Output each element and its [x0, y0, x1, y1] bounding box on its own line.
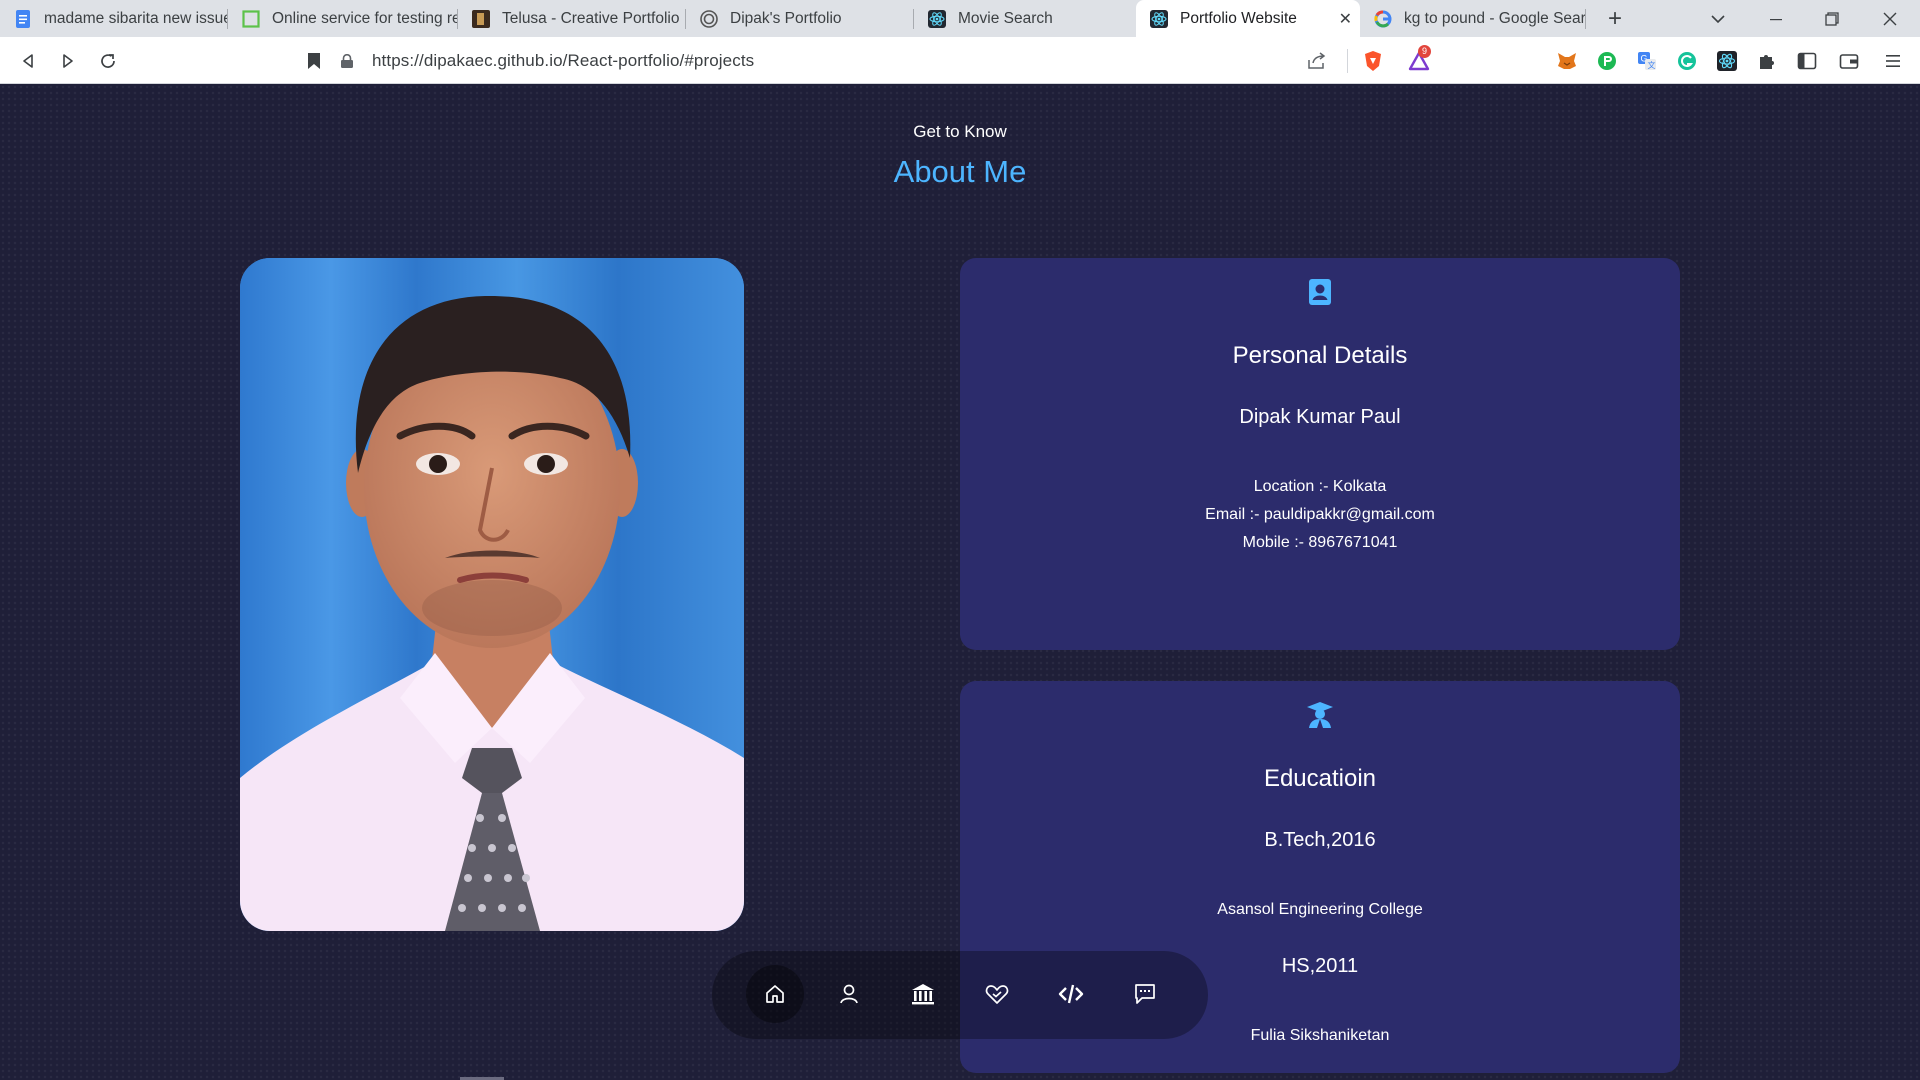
react-icon: [1150, 9, 1168, 28]
email-text: Email :- pauldipakkr@gmail.com: [1205, 506, 1435, 523]
translate-icon[interactable]: G文: [1636, 50, 1658, 72]
extensions-puzzle-icon[interactable]: [1756, 50, 1778, 72]
react-icon: [928, 9, 946, 28]
tab-telusa[interactable]: Telusa - Creative Portfolio H: [458, 0, 686, 37]
section-title: About Me: [893, 154, 1027, 189]
personal-details-heading: Personal Details: [1232, 342, 1408, 369]
degree-btech: B.Tech,2016: [1264, 829, 1376, 851]
menu-icon[interactable]: [1882, 50, 1904, 72]
browser-toolbar: https://dipakaec.github.io/React-portfol…: [0, 37, 1920, 84]
sidebar-icon[interactable]: [1796, 50, 1818, 72]
tab-portfolio-website[interactable]: Portfolio Website ✕: [1136, 0, 1360, 37]
reload-icon[interactable]: [94, 47, 122, 75]
tab-search-chevron-icon[interactable]: [1690, 0, 1746, 37]
restore-icon[interactable]: [1804, 0, 1860, 37]
google-docs-icon: [14, 9, 32, 28]
lock-icon: [341, 54, 353, 68]
personal-details-card: Personal Details Dipak Kumar Paul Locati…: [960, 258, 1680, 650]
tab-dipak-portfolio[interactable]: Dipak's Portfolio: [686, 0, 914, 37]
tab-movie-search[interactable]: Movie Search: [914, 0, 1136, 37]
nav-about[interactable]: [820, 965, 878, 1023]
floating-nav: [712, 951, 1208, 1039]
graduate-icon: [960, 701, 1680, 729]
code-icon: [1058, 984, 1084, 1004]
forward-icon[interactable]: [54, 47, 82, 75]
brave-rewards-icon[interactable]: 9: [1404, 45, 1434, 72]
mobile-text: Mobile :- 8967671041: [1242, 534, 1398, 551]
bookmark-icon[interactable]: [300, 47, 328, 75]
handshake-heart-icon: [985, 985, 1009, 1004]
minimize-icon[interactable]: [1748, 0, 1804, 37]
tab-testing-service[interactable]: Online service for testing re: [228, 0, 458, 37]
notification-badge: 9: [1418, 45, 1431, 58]
react-devtools-icon[interactable]: [1716, 50, 1738, 72]
nav-education[interactable]: [894, 965, 952, 1023]
full-name: Dipak Kumar Paul: [1239, 406, 1401, 428]
page-content: Get to Know About Me Personal Details Di…: [0, 84, 1920, 1080]
tab-docs[interactable]: madame sibarita new issue: [0, 0, 228, 37]
grammarly-icon[interactable]: [1676, 50, 1698, 72]
user-icon: [840, 984, 858, 1004]
brave-shield-icon[interactable]: [1362, 50, 1384, 72]
nav-contact[interactable]: [1116, 965, 1174, 1023]
portfolio-icon: [700, 9, 718, 28]
metamask-icon[interactable]: [1556, 50, 1578, 72]
telusa-icon: [472, 9, 490, 28]
tab-google-search[interactable]: kg to pound - Google Sear: [1360, 0, 1586, 37]
location-text: Location :- Kolkata: [1253, 478, 1387, 495]
contact-card-icon: [960, 278, 1680, 306]
nav-home[interactable]: [746, 965, 804, 1023]
back-icon[interactable]: [14, 47, 42, 75]
close-tab-icon[interactable]: ✕: [1339, 9, 1352, 29]
share-icon[interactable]: [1306, 50, 1328, 72]
message-icon: [1135, 984, 1155, 1004]
profile-photo: [240, 258, 744, 931]
education-heading: Educatioin: [1263, 765, 1377, 792]
google-icon: [1374, 10, 1392, 28]
url-text: https://dipakaec.github.io/React-portfol…: [372, 51, 755, 70]
address-bar[interactable]: https://dipakaec.github.io/React-portfol…: [340, 43, 1340, 79]
close-window-icon[interactable]: [1862, 0, 1918, 37]
green-extension-icon[interactable]: [1596, 50, 1618, 72]
wallet-icon[interactable]: [1838, 50, 1860, 72]
svg-text:文: 文: [1648, 60, 1656, 70]
home-icon: [766, 985, 784, 1003]
institution-icon: [912, 984, 934, 1005]
test-site-icon: [242, 9, 260, 28]
new-tab-button[interactable]: +: [1600, 4, 1630, 34]
nav-projects[interactable]: [1042, 965, 1100, 1023]
nav-services[interactable]: [968, 965, 1026, 1023]
section-subtitle: Get to Know: [913, 122, 1007, 141]
tab-strip: madame sibarita new issue Online service…: [0, 0, 1920, 37]
college-name: Asansol Engineering College: [1217, 901, 1423, 918]
